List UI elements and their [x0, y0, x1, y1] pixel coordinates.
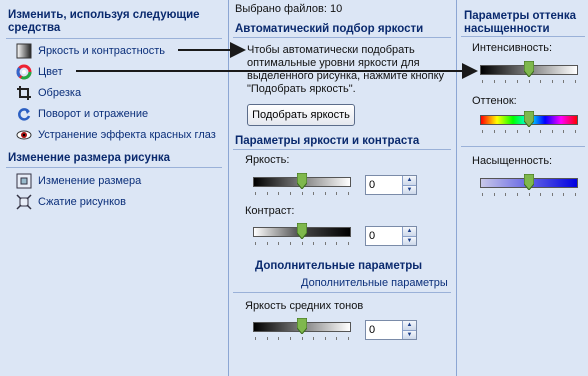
- spin-up-icon[interactable]: ▲: [402, 321, 416, 330]
- auto-brightness-description: Чтобы автоматически подобрать оптимальны…: [247, 44, 445, 95]
- brightness-contrast-icon: [16, 43, 32, 59]
- divider: [461, 146, 585, 147]
- brightness-slider-thumb[interactable]: [296, 172, 308, 190]
- contrast-label: Контраст:: [245, 205, 295, 217]
- brightness-ticks: [255, 192, 349, 196]
- edit-tools-heading: Изменить, используя следующие средства: [8, 9, 200, 34]
- auto-brightness-heading: Автоматический подбор яркости: [235, 23, 424, 35]
- divider: [461, 36, 585, 37]
- task-rotate-flip[interactable]: Поворот и отражение: [16, 105, 148, 122]
- red-eye-icon: [16, 127, 32, 143]
- spin-down-icon[interactable]: ▼: [402, 235, 416, 245]
- compress-icon: [16, 193, 32, 210]
- picture-edit-dialog: Изменить, используя следующие средства Я…: [0, 0, 588, 376]
- intensity-label: Интенсивность:: [472, 42, 553, 54]
- divider: [233, 149, 451, 150]
- contrast-value: 0: [369, 230, 376, 242]
- more-options-link[interactable]: Дополнительные параметры: [301, 277, 448, 289]
- midtones-spinner[interactable]: 0 ▲ ▼: [365, 320, 417, 340]
- brightness-pane: Выбрано файлов: 10 Автоматический подбор…: [229, 0, 457, 376]
- crop-icon: [16, 85, 32, 101]
- midtones-ticks: [255, 337, 349, 341]
- more-options-heading: Дополнительные параметры: [255, 260, 423, 272]
- divider: [233, 292, 451, 293]
- saturation-ticks: [482, 193, 576, 197]
- hue-label: Оттенок:: [472, 95, 517, 107]
- brightness-label: Яркость:: [245, 154, 290, 166]
- task-red-eye[interactable]: Устранение эффекта красных глаз: [16, 126, 216, 143]
- resize-heading: Изменение размера рисунка: [8, 152, 171, 164]
- spin-down-icon[interactable]: ▼: [402, 329, 416, 339]
- hue-saturation-pane: Параметры оттенка насыщенности Интенсивн…: [457, 0, 588, 376]
- hue-slider-thumb[interactable]: [523, 110, 535, 128]
- task-resize[interactable]: Изменение размера: [16, 172, 141, 189]
- task-label: Поворот и отражение: [38, 107, 149, 120]
- task-label: Устранение эффекта красных глаз: [38, 128, 216, 141]
- task-label: Сжатие рисунков: [38, 195, 127, 208]
- hue-ticks: [482, 130, 576, 134]
- color-wheel-icon: [16, 64, 32, 80]
- resize-icon: [16, 173, 32, 189]
- auto-brightness-button[interactable]: Подобрать яркость: [247, 104, 355, 126]
- saturation-label: Насыщенность:: [472, 155, 553, 167]
- midtones-label: Яркость средних тонов: [245, 300, 364, 312]
- intensity-ticks: [482, 80, 576, 84]
- edit-tools-pane: Изменить, используя следующие средства Я…: [0, 0, 229, 376]
- task-label: Обрезка: [38, 86, 82, 99]
- contrast-slider-thumb[interactable]: [296, 222, 308, 240]
- task-label: Изменение размера: [38, 174, 142, 187]
- task-label: Цвет: [38, 65, 63, 78]
- contrast-ticks: [255, 242, 349, 246]
- intensity-slider-thumb[interactable]: [523, 60, 535, 78]
- brightness-value: 0: [369, 179, 376, 191]
- saturation-slider-thumb[interactable]: [523, 173, 535, 191]
- task-compress[interactable]: Сжатие рисунков: [16, 193, 126, 210]
- divider: [6, 167, 222, 168]
- task-crop[interactable]: Обрезка: [16, 84, 81, 101]
- spin-down-icon[interactable]: ▼: [402, 184, 416, 194]
- files-selected-count: Выбрано файлов: 10: [235, 3, 343, 15]
- brightness-spinner[interactable]: 0 ▲ ▼: [365, 175, 417, 195]
- rotate-flip-icon: [16, 106, 32, 122]
- midtones-slider-thumb[interactable]: [296, 317, 308, 335]
- divider: [233, 37, 451, 38]
- task-brightness-contrast[interactable]: Яркость и контрастность: [16, 42, 165, 59]
- divider: [6, 38, 222, 39]
- task-color[interactable]: Цвет: [16, 63, 63, 80]
- spin-up-icon[interactable]: ▲: [402, 227, 416, 236]
- contrast-spinner[interactable]: 0 ▲ ▼: [365, 226, 417, 246]
- task-label: Яркость и контрастность: [38, 44, 166, 57]
- spin-up-icon[interactable]: ▲: [402, 176, 416, 185]
- hue-saturation-heading: Параметры оттенка насыщенности: [464, 10, 577, 35]
- midtones-value: 0: [369, 324, 376, 336]
- brightness-contrast-heading: Параметры яркости и контраста: [235, 135, 420, 147]
